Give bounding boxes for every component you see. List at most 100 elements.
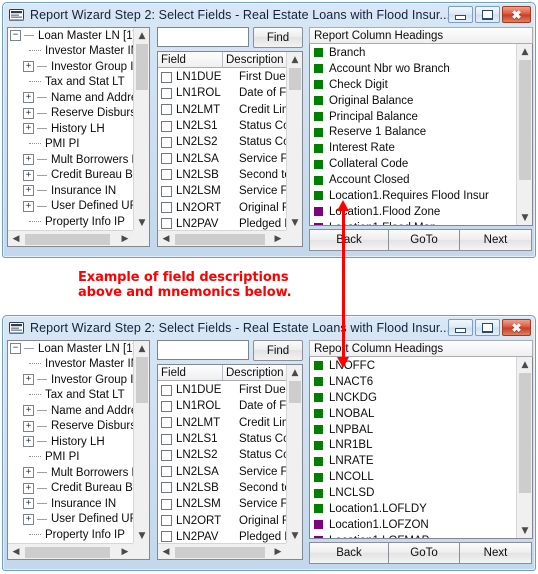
headings-scroll-thumb[interactable] [519, 60, 531, 180]
table-row[interactable]: LN1ROL Date of First Rat [158, 398, 286, 414]
scroll-up-icon[interactable]: ▲ [517, 44, 533, 59]
search-input-top[interactable] [157, 27, 249, 47]
report-headings-items-bottom[interactable]: LNOFFC LNACT6 LNCKDG LNOBAL LNPBAL LNR1BL LNRA… [310, 358, 516, 538]
table-row[interactable]: LN2LMT Credit Limit [158, 415, 286, 431]
fields-hscroll-thumb[interactable] [175, 547, 265, 558]
field-checkbox[interactable] [161, 482, 172, 494]
tree-node[interactable]: + User Defined UF [8, 199, 133, 215]
scroll-right-icon[interactable]: ▶ [270, 544, 286, 560]
tree-node[interactable]: + Credit Bureau BU [8, 168, 133, 184]
table-row[interactable]: LN2LS1 Status Code [158, 118, 286, 134]
list-item[interactable]: Account Nbr wo Branch [310, 61, 516, 77]
scroll-right-icon[interactable]: ▶ [117, 231, 133, 246]
scroll-up-icon[interactable]: ▲ [517, 357, 533, 372]
tree-items-top[interactable]: − Loan Master LN [1] Investor Master IM + In… [8, 28, 133, 230]
list-item[interactable]: Check Digit [310, 77, 516, 93]
field-checkbox[interactable] [161, 400, 172, 412]
find-button-top[interactable]: Find [253, 27, 303, 48]
table-row[interactable]: LN2ORT Original Rate [158, 512, 286, 528]
field-checkbox[interactable] [161, 71, 172, 83]
tree-node[interactable]: + Name and Address MN [8, 90, 133, 106]
tree-node[interactable]: Investor Master IM [8, 357, 133, 373]
tree-node[interactable]: Tax and Stat LT [8, 75, 133, 91]
expand-icon[interactable]: + [23, 498, 34, 510]
tree-hscroll-thumb[interactable] [25, 234, 110, 245]
tree-node[interactable]: + User Defined UF [8, 512, 133, 528]
field-checkbox[interactable] [161, 202, 172, 214]
next-button[interactable]: Next [459, 542, 532, 564]
titlebar-top[interactable]: Report Wizard Step 2: Select Fields - Re… [3, 3, 535, 27]
field-checkbox[interactable] [161, 531, 172, 543]
list-item[interactable]: LNCOLL [310, 469, 516, 485]
field-checkbox[interactable] [161, 433, 172, 445]
headings-vertical-scrollbar-bottom[interactable]: ▲ ▼ [516, 357, 532, 538]
field-checkbox[interactable] [161, 169, 172, 181]
tree-root-node[interactable]: − Loan Master LN [1] [8, 341, 133, 357]
tree-node[interactable]: + Investor Group IG [8, 372, 133, 388]
tree-scroll-thumb[interactable] [136, 44, 148, 90]
scroll-down-icon[interactable]: ▼ [287, 528, 303, 543]
scroll-right-icon[interactable]: ▶ [117, 544, 133, 559]
collapse-icon[interactable]: − [10, 30, 21, 42]
tree-node[interactable]: Property Info IP [8, 214, 133, 230]
tree-node[interactable]: + Credit Bureau BU [8, 481, 133, 497]
table-row[interactable]: LN2LSA Service Fee Am [158, 463, 286, 479]
fields-scroll-thumb[interactable] [289, 381, 301, 403]
window-controls[interactable]: ✖ [448, 319, 531, 336]
field-checkbox[interactable] [161, 498, 172, 510]
table-row[interactable]: LN2LSM Service Fee Me [158, 183, 286, 199]
tree-node[interactable]: + Mult Borrowers MB [8, 152, 133, 168]
fields-hscroll-thumb[interactable] [175, 234, 265, 245]
back-button[interactable]: Back [309, 229, 389, 251]
titlebar-bottom[interactable]: Report Wizard Step 2: Select Fields - Re… [3, 316, 535, 340]
database-tree-panel-bottom[interactable]: − Loan Master LN [1] Investor Master IM + In… [7, 340, 150, 560]
report-wizard-window-top[interactable]: Report Wizard Step 2: Select Fields - Re… [2, 2, 536, 258]
scroll-right-icon[interactable]: ▶ [270, 231, 286, 247]
list-item[interactable]: LNCKDG [310, 390, 516, 406]
list-item[interactable]: Location1.LOFLDY [310, 501, 516, 517]
fields-panel-top[interactable]: Find Field Description LN1DUE First Due D… [157, 27, 303, 247]
list-item[interactable]: Principal Balance [310, 109, 516, 125]
fields-grid-top[interactable]: Field Description LN1DUEFirst Due DateLN… [157, 51, 303, 247]
list-item[interactable]: LNPBAL [310, 422, 516, 438]
expand-icon[interactable]: + [23, 107, 34, 119]
table-row[interactable]: LN2PAV Pledged Percen [158, 216, 286, 230]
expand-icon[interactable]: + [23, 185, 34, 197]
fields-horizontal-scrollbar-top[interactable]: ◀ ▶ [158, 230, 286, 246]
scroll-down-icon[interactable]: ▼ [287, 215, 303, 230]
list-item[interactable]: Account Closed [310, 172, 516, 188]
expand-icon[interactable]: + [23, 154, 34, 166]
table-row[interactable]: LN1DUE First Due Date [158, 382, 286, 398]
tree-node[interactable]: + Name and Address MN [8, 403, 133, 419]
field-checkbox[interactable] [161, 384, 172, 396]
field-checkbox[interactable] [161, 515, 172, 527]
field-checkbox[interactable] [161, 449, 172, 461]
field-checkbox[interactable] [161, 417, 172, 429]
list-item[interactable]: Reserve 1 Balance [310, 124, 516, 140]
scroll-up-icon[interactable]: ▲ [134, 28, 149, 43]
expand-icon[interactable]: + [23, 374, 34, 386]
goto-button[interactable]: GoTo [388, 229, 460, 251]
list-item[interactable]: Location1.Flood Map [310, 220, 516, 225]
wizard-button-bar-bottom[interactable]: Back GoTo Next [309, 542, 533, 564]
expand-icon[interactable]: + [23, 467, 34, 479]
fields-rows-bottom[interactable]: LN1DUE First Due Date LN1ROL Date of First … [158, 382, 286, 543]
expand-icon[interactable]: + [23, 513, 34, 525]
field-checkbox[interactable] [161, 87, 172, 99]
fields-vertical-scrollbar-bottom[interactable]: ▲ ▼ [286, 365, 302, 543]
field-checkbox[interactable] [161, 185, 172, 197]
table-row[interactable]: LN2LSM Service Fee Me [158, 496, 286, 512]
tree-node[interactable]: + Insurance IN [8, 183, 133, 199]
list-item[interactable]: LNCLSD [310, 485, 516, 501]
list-item[interactable]: Collateral Code [310, 156, 516, 172]
table-row[interactable]: LN2LS2 Status Code [158, 447, 286, 463]
window-controls[interactable]: ✖ [448, 6, 531, 23]
scroll-up-icon[interactable]: ▲ [287, 365, 303, 380]
scroll-up-icon[interactable]: ▲ [134, 341, 149, 356]
column-header-field[interactable]: Field [158, 365, 223, 380]
maximize-button[interactable] [475, 319, 500, 336]
scroll-down-icon[interactable]: ▼ [134, 215, 149, 230]
search-input-bottom[interactable] [157, 340, 249, 360]
tree-node[interactable]: + Mult Borrowers MB [8, 465, 133, 481]
tree-node[interactable]: PMI PI [8, 450, 133, 466]
